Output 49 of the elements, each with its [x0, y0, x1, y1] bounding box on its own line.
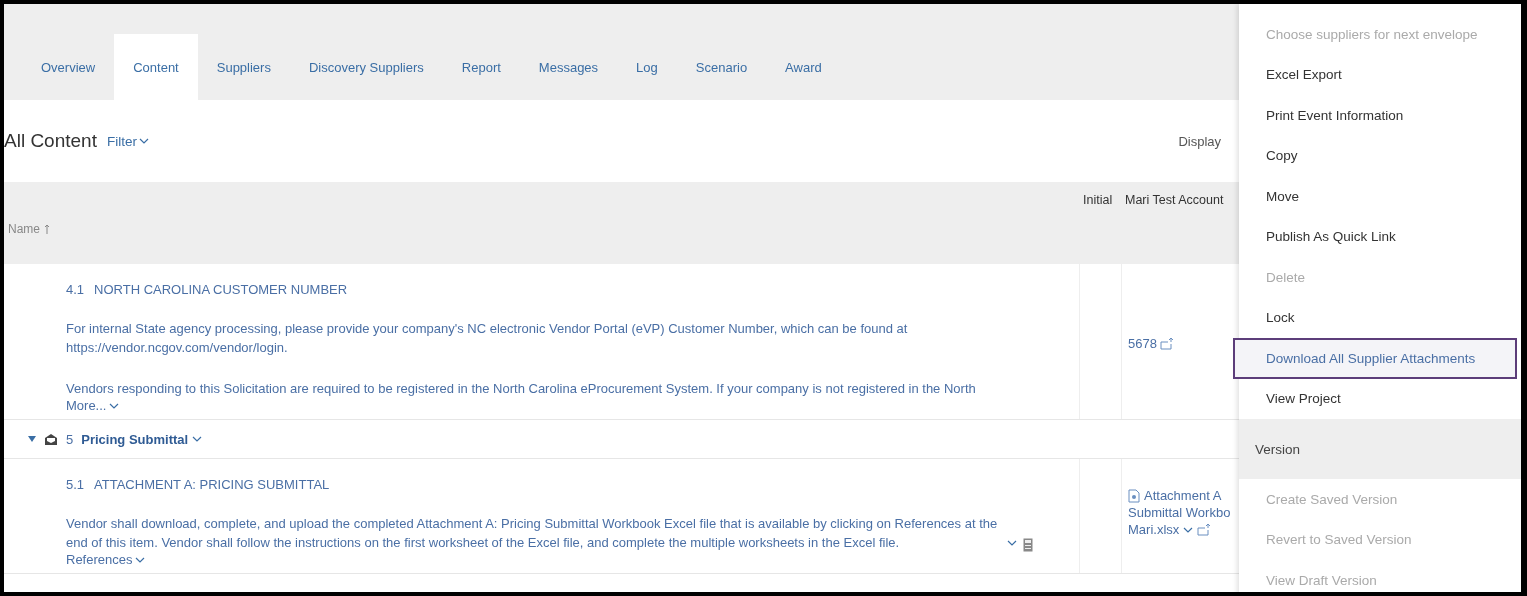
tab[interactable]: Scenario [676, 34, 767, 100]
menu-item[interactable]: Move [1239, 176, 1521, 217]
more-link[interactable]: More... [66, 398, 120, 413]
item-number: 4.1 [66, 282, 85, 297]
menu-item[interactable]: Print Event Information [1239, 95, 1521, 136]
envelope-icon [44, 433, 58, 445]
menu-item[interactable]: Publish As Quick Link [1239, 216, 1521, 257]
tab[interactable]: Log [617, 34, 677, 100]
chevron-icon [109, 402, 120, 409]
more-link[interactable]: References [66, 552, 146, 567]
tab[interactable]: Suppliers [197, 34, 290, 100]
tab[interactable]: Report [442, 34, 520, 100]
menu-item[interactable]: View Project [1239, 378, 1521, 419]
tab[interactable]: Award [766, 34, 841, 100]
expand-triangle-icon[interactable] [28, 435, 36, 443]
menu-section-header: Version [1239, 419, 1521, 479]
tab[interactable]: Overview [22, 34, 115, 100]
attachment-link[interactable]: Mari.xlsx [1128, 521, 1180, 538]
attachment-link[interactable]: Attachment A [1144, 487, 1222, 504]
item-number: 5.1 [66, 477, 85, 492]
column-header: Mari Test Account [1124, 193, 1224, 207]
display-label: Display [1178, 133, 1221, 149]
chevron-icon[interactable] [1183, 526, 1194, 533]
document-icon[interactable] [1023, 538, 1033, 552]
section-number: 5 [66, 431, 74, 447]
tab[interactable]: Messages [519, 34, 618, 100]
file-icon [1128, 488, 1140, 503]
chevron-icon [135, 556, 146, 563]
section-title-link[interactable]: Pricing Submittal [81, 431, 203, 447]
chevron-icon [138, 138, 149, 144]
item-title: NORTH CAROLINA CUSTOMER NUMBER [94, 282, 348, 297]
chevron-icon [192, 436, 203, 442]
tab[interactable]: Content [114, 34, 198, 100]
name-column-header[interactable]: Name [8, 222, 50, 236]
item-description: For internal State agency processing, please provide your company's NC electronic Vendor Portal (eVP) Customer Number, which can be found at https://vendor.ncgov.com/vendor/login. [66, 320, 909, 357]
menu-item[interactable]: Lock [1239, 297, 1521, 338]
page-title: All Content [4, 130, 97, 152]
item-description: Vendors responding to this Solicitation are required to be registered in the North Carolina eProcurement System. If your company is not registered in the North [66, 380, 976, 398]
response-value: 5678 [1128, 336, 1157, 351]
column-header: Initial [1082, 193, 1113, 207]
menu-item[interactable]: Excel Export [1239, 54, 1521, 95]
sort-arrow-icon [44, 224, 50, 234]
item-description: Vendor shall download, complete, and upload the completed Attachment A: Pricing Submittal Workbook Excel file that is available by clicking on References at the end of this item. Vendor shall follow the instructions on the first worksheet of the Excel file, and complete the multiple worksheets in the Excel file. [66, 515, 999, 552]
filter-button[interactable]: Filter [106, 133, 149, 149]
chevron-icon[interactable] [1007, 540, 1017, 546]
menu-item[interactable]: Download All Supplier Attachments [1233, 338, 1517, 379]
menu-item[interactable]: Copy [1239, 135, 1521, 176]
item-title: ATTACHMENT A: PRICING SUBMITTAL [94, 477, 330, 492]
tab[interactable]: Discovery Suppliers [289, 34, 443, 100]
